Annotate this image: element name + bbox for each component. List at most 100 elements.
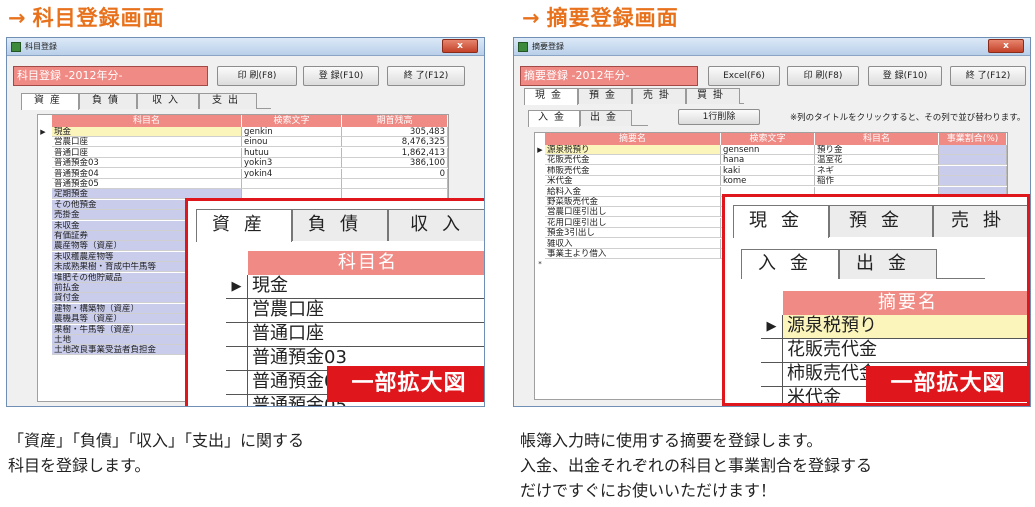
column-header-opening-balance[interactable]: 期首残高 xyxy=(342,115,448,127)
cell-summary-name[interactable]: 営農口座引出し xyxy=(545,207,721,218)
row-selector[interactable] xyxy=(535,197,545,207)
tab-payable[interactable]: 買掛 xyxy=(686,88,740,104)
row-selector[interactable] xyxy=(38,179,48,189)
row-selector[interactable] xyxy=(535,239,545,249)
row-selector[interactable] xyxy=(535,155,545,165)
cell-account-name[interactable]: 普通預金04 xyxy=(52,168,242,179)
exit-button[interactable]: 終 了(F12) xyxy=(387,66,465,86)
row-selector[interactable] xyxy=(38,252,48,262)
row-selector[interactable] xyxy=(535,187,545,197)
cell-summary-name[interactable]: 源泉税預り xyxy=(545,145,721,155)
row-selector[interactable] xyxy=(535,166,545,176)
cell-opening-balance[interactable]: 1,862,413 xyxy=(342,147,448,158)
row-selector[interactable]: ▶ xyxy=(535,145,545,155)
row-selector[interactable] xyxy=(535,249,545,259)
row-selector[interactable] xyxy=(38,241,48,251)
table-row[interactable]: 普通預金04 yokin4 0 xyxy=(38,168,448,179)
cell-summary-name[interactable]: 雑収入 xyxy=(545,238,721,249)
close-button[interactable]: x xyxy=(988,39,1024,53)
row-selector[interactable] xyxy=(38,314,48,324)
tab-cash[interactable]: 現金 xyxy=(524,88,578,105)
register-button[interactable]: 登 録(F10) xyxy=(303,66,379,86)
cell-search-text[interactable]: hutuu xyxy=(242,147,342,158)
row-selector[interactable] xyxy=(38,345,48,355)
cell-search-text[interactable] xyxy=(242,179,342,189)
cell-search-text[interactable]: gensenn xyxy=(721,145,815,155)
column-header-account[interactable]: 科目名 xyxy=(815,133,939,145)
cell-opening-balance[interactable] xyxy=(342,179,448,189)
tab-deposit-in[interactable]: 入金 xyxy=(528,110,580,127)
row-selector[interactable] xyxy=(38,231,48,241)
cell-search-text[interactable]: kome xyxy=(721,176,815,187)
row-selector[interactable] xyxy=(38,137,48,147)
cell-account-name[interactable]: 普通預金03 xyxy=(52,158,242,169)
cell-summary-name[interactable]: 預金3引出し xyxy=(545,228,721,239)
row-selector[interactable] xyxy=(38,273,48,283)
row-selector[interactable] xyxy=(535,228,545,238)
row-selector[interactable] xyxy=(38,148,48,158)
tab-liabilities[interactable]: 負債 xyxy=(79,93,137,109)
row-selector[interactable] xyxy=(38,210,48,220)
column-header-search[interactable]: 検索文字 xyxy=(242,115,342,127)
tab-deposit[interactable]: 預金 xyxy=(578,88,632,104)
row-selector[interactable] xyxy=(38,158,48,168)
row-selector[interactable] xyxy=(38,325,48,335)
column-header-summary-name[interactable]: 摘要名 xyxy=(545,133,721,145)
table-row[interactable]: 花販売代金 hana 温室花 xyxy=(535,155,1007,166)
tab-assets[interactable]: 資産 xyxy=(21,93,79,110)
row-selector[interactable] xyxy=(535,218,545,228)
column-header-search[interactable]: 検索文字 xyxy=(721,133,815,145)
cell-opening-balance[interactable]: 0 xyxy=(342,168,448,179)
register-button[interactable]: 登 録(F10) xyxy=(868,66,942,86)
cell-search-text[interactable]: hana xyxy=(721,155,815,166)
close-button[interactable]: x xyxy=(442,39,478,53)
cell-business-ratio[interactable] xyxy=(939,176,1007,187)
print-button[interactable]: 印 刷(F8) xyxy=(217,66,297,86)
cell-account-name[interactable]: 普通口座 xyxy=(52,147,242,158)
table-row[interactable]: 普通預金05 xyxy=(38,179,448,189)
cell-account[interactable]: 稲作 xyxy=(815,176,939,187)
cell-business-ratio[interactable] xyxy=(939,165,1007,176)
excel-button[interactable]: Excel(F6) xyxy=(708,66,780,86)
table-row[interactable]: 米代金 kome 稲作 xyxy=(535,176,1007,187)
cell-opening-balance[interactable]: 8,476,325 xyxy=(342,137,448,148)
row-selector[interactable] xyxy=(38,304,48,314)
exit-button[interactable]: 終 了(F12) xyxy=(950,66,1026,86)
cell-search-text[interactable]: yokin3 xyxy=(242,158,342,169)
print-button[interactable]: 印 刷(F8) xyxy=(787,66,859,86)
row-selector[interactable] xyxy=(38,169,48,179)
row-selector[interactable] xyxy=(38,335,48,345)
cell-account-name[interactable]: 普通預金05 xyxy=(52,179,242,189)
cell-business-ratio[interactable] xyxy=(939,145,1007,155)
cell-summary-name[interactable]: 柿販売代金 xyxy=(545,165,721,176)
cell-search-text[interactable]: genkin xyxy=(242,127,342,137)
cell-search-text[interactable]: kaki xyxy=(721,165,815,176)
cell-business-ratio[interactable] xyxy=(939,155,1007,166)
tab-receivable[interactable]: 売掛 xyxy=(632,88,686,104)
tab-withdraw-out[interactable]: 出金 xyxy=(580,110,632,126)
cell-opening-balance[interactable]: 386,100 xyxy=(342,158,448,169)
cell-summary-name[interactable]: 給料入金 xyxy=(545,186,721,197)
table-row[interactable]: 普通口座 hutuu 1,862,413 xyxy=(38,147,448,158)
cell-account[interactable]: 預り金 xyxy=(815,145,939,155)
cell-summary-name[interactable]: 事業主より借入 xyxy=(545,249,721,259)
row-selector[interactable] xyxy=(38,200,48,210)
tab-expense[interactable]: 支出 xyxy=(199,93,257,109)
cell-summary-name[interactable]: 花販売代金 xyxy=(545,155,721,166)
cell-search-text[interactable]: yokin4 xyxy=(242,168,342,179)
row-selector[interactable] xyxy=(535,207,545,217)
row-selector[interactable] xyxy=(38,283,48,293)
table-row[interactable]: 普通預金03 yokin3 386,100 xyxy=(38,158,448,169)
cell-account[interactable]: ネギ xyxy=(815,165,939,176)
row-selector[interactable] xyxy=(535,176,545,186)
cell-account[interactable]: 温室花 xyxy=(815,155,939,166)
table-row[interactable]: 柿販売代金 kaki ネギ xyxy=(535,165,1007,176)
row-selector[interactable] xyxy=(38,221,48,231)
row-selector[interactable] xyxy=(38,262,48,272)
column-header-business-ratio[interactable]: 事業割合(%) xyxy=(939,133,1007,145)
row-selector[interactable] xyxy=(38,293,48,303)
table-row[interactable]: ▶ 源泉税預り gensenn 預り金 xyxy=(535,145,1007,155)
cell-summary-name[interactable]: 花用口座引出し xyxy=(545,217,721,228)
tab-income[interactable]: 収入 xyxy=(137,93,199,109)
cell-opening-balance[interactable]: 305,483 xyxy=(342,127,448,137)
